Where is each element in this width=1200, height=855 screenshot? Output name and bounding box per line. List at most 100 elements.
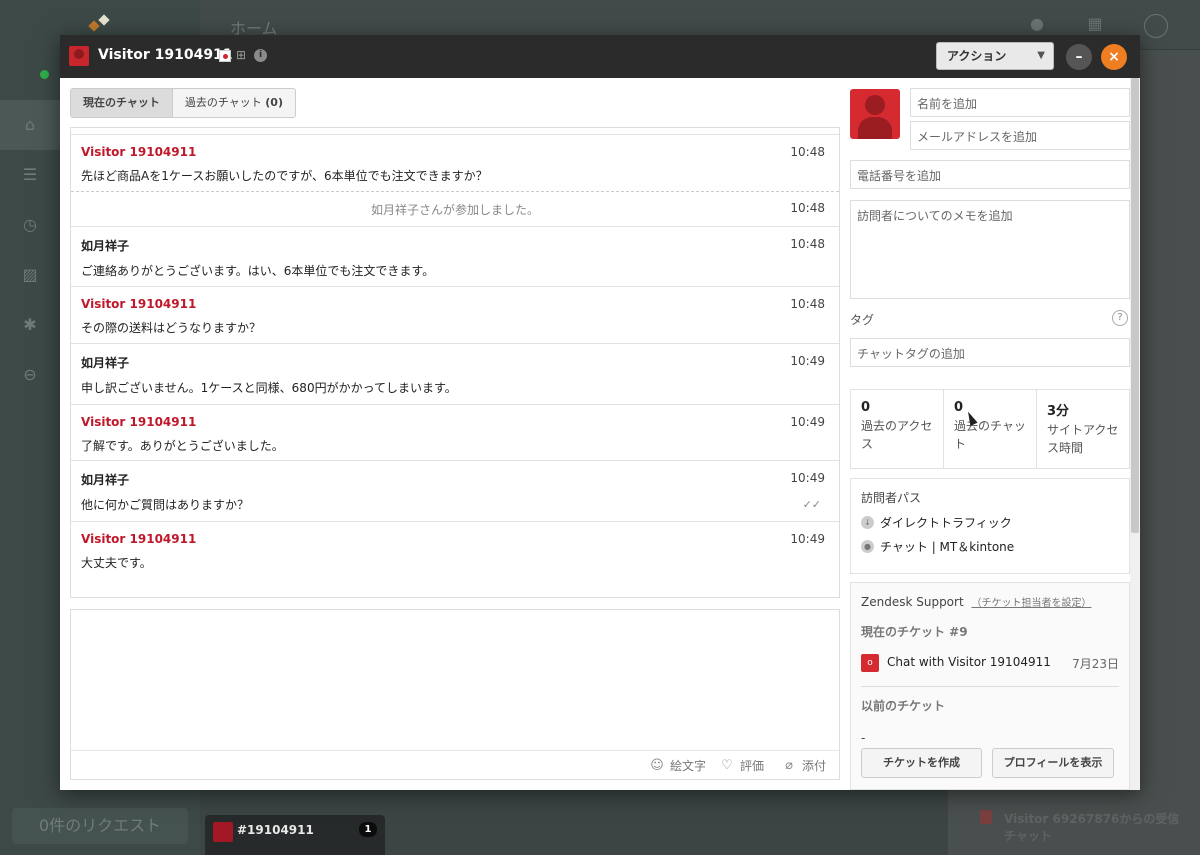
stat-past-visits: 0 過去のアクセス bbox=[851, 390, 944, 468]
logo-icon bbox=[88, 12, 112, 36]
apps-grid-icon[interactable]: ▦ bbox=[1084, 14, 1106, 36]
zendesk-header: Zendesk Support （チケット担当者を設定） bbox=[861, 594, 1092, 609]
visitor-stats: 0 過去のアクセス 0 過去のチャット 3分 サイトアクセス時間 bbox=[850, 389, 1130, 469]
system-message-text: 如月祥子さんが参加しました。 bbox=[370, 203, 539, 217]
chat-modal: Visitor 19104911 ⊞ i アクション ▼ – × 現在のチャット… bbox=[60, 35, 1140, 790]
bg-notification-text: Visitor 69267876からの受信 bbox=[1004, 812, 1180, 826]
profile-icon[interactable] bbox=[1144, 14, 1168, 38]
chat-message: Visitor 19104911 10:48 その際の送料はどうなりますか？ bbox=[71, 286, 839, 343]
message-composer[interactable]: ☺ 絵文字 ♡ 評価 ⌀ 添付 bbox=[70, 609, 840, 780]
chat-message: 如月祥子 10:49 他に何かご質問はありますか？ ✓✓ bbox=[71, 460, 839, 521]
tags-label: タグ bbox=[850, 313, 875, 327]
stat-value: 0 bbox=[861, 400, 871, 415]
message-author: 如月祥子 bbox=[81, 473, 130, 487]
tab-label: 過去のチャット bbox=[184, 96, 262, 109]
name-field[interactable]: 名前を追加 bbox=[910, 88, 1130, 117]
close-button[interactable]: × bbox=[1101, 44, 1127, 70]
assign-agent-link[interactable]: （チケット担当者を設定） bbox=[972, 598, 1092, 609]
tab-current-chat[interactable]: 現在のチャット bbox=[71, 89, 173, 117]
path-item-label: ダイレクトトラフィック bbox=[880, 516, 1012, 530]
help-icon[interactable]: ? bbox=[1112, 310, 1128, 326]
rate-button[interactable]: ♡ 評価 bbox=[719, 757, 764, 774]
info-icon[interactable]: i bbox=[254, 49, 267, 62]
system-message: 如月祥子さんが参加しました。 10:48 bbox=[71, 191, 839, 226]
chat-tabs: 現在のチャット 過去のチャット (0) bbox=[70, 88, 296, 118]
message-time: 10:48 bbox=[790, 201, 825, 215]
panel-scrollbar[interactable] bbox=[1130, 78, 1140, 790]
chat-minimized-tab[interactable]: #19104911 1 bbox=[205, 815, 385, 855]
visitor-path-title: 訪問者パス bbox=[861, 491, 922, 505]
emoji-button[interactable]: ☺ 絵文字 bbox=[649, 757, 706, 774]
link-icon: ⊖ bbox=[23, 365, 37, 384]
chat-log[interactable]: Visitor 19104911 10:48 先ほど商品Aを1ケースお願いしたの… bbox=[70, 127, 840, 598]
chart-icon: ▨ bbox=[22, 265, 38, 284]
bg-notification-text-2: チャット bbox=[1004, 829, 1052, 843]
visitor-avatar-icon bbox=[69, 46, 89, 66]
chat-message: Visitor 19104911 10:49 了解です。ありがとうございました。 bbox=[71, 404, 839, 460]
zendesk-support-panel: Zendesk Support （チケット担当者を設定） 現在のチケット #9 … bbox=[850, 582, 1130, 790]
smiley-icon: ☺ bbox=[650, 757, 664, 773]
clock-icon: ◷ bbox=[23, 215, 37, 234]
composer-toolbar: ☺ 絵文字 ♡ 評価 ⌀ 添付 bbox=[71, 750, 839, 779]
attach-button[interactable]: ⌀ 添付 bbox=[781, 757, 826, 774]
path-item-label: チャット | MT＆kintone bbox=[880, 540, 1015, 554]
message-author: Visitor 19104911 bbox=[81, 145, 197, 159]
page-icon: ● bbox=[861, 540, 874, 553]
chevron-down-icon: ▼ bbox=[1037, 50, 1045, 61]
message-time: 10:49 bbox=[790, 354, 825, 368]
message-time: 10:48 bbox=[790, 145, 825, 159]
chat-tags-field[interactable]: チャットタグの追加 bbox=[850, 338, 1130, 367]
ticket-status-badge: o bbox=[861, 654, 879, 672]
phone-field[interactable]: 電話番号を追加 bbox=[850, 160, 1130, 189]
visitor-avatar-icon bbox=[850, 89, 900, 139]
minimize-button[interactable]: – bbox=[1066, 44, 1092, 70]
rate-label: 評価 bbox=[740, 759, 765, 773]
read-check-icon: ✓✓ bbox=[802, 498, 821, 511]
action-label: アクション bbox=[947, 49, 1007, 63]
direct-traffic-icon: ↓ bbox=[861, 516, 874, 529]
path-item: ↓ ダイレクトトラフィック bbox=[861, 514, 1012, 531]
paperclip-icon: ⌀ bbox=[785, 757, 793, 773]
message-text: 他に何かご質問はありますか？ bbox=[81, 498, 250, 512]
stat-caption: サイトアクセス時間 bbox=[1047, 423, 1119, 455]
status-icon[interactable]: ● bbox=[1026, 14, 1048, 36]
message-text: 申し訳ございません。1ケースと同様、680円がかかってしまいます。 bbox=[81, 381, 457, 395]
stat-past-chats: 0 過去のチャット bbox=[944, 390, 1037, 468]
ticket-date: 7月23日 bbox=[1072, 657, 1119, 671]
view-profile-button[interactable]: プロフィールを表示 bbox=[992, 748, 1114, 778]
divider bbox=[861, 686, 1119, 687]
message-text: 先ほど商品Aを1ケースお願いしたのですが、6本単位でも注文できますか？ bbox=[81, 169, 488, 183]
alert-icon bbox=[980, 810, 992, 824]
email-field[interactable]: メールアドレスを追加 bbox=[910, 121, 1130, 150]
chat-tab-label: #19104911 bbox=[237, 823, 314, 837]
message-author: 如月祥子 bbox=[81, 239, 130, 253]
action-dropdown[interactable]: アクション ▼ bbox=[936, 42, 1054, 70]
windows-icon: ⊞ bbox=[236, 48, 247, 62]
message-time: 10:49 bbox=[790, 532, 825, 546]
thumbs-up-icon: ♡ bbox=[721, 757, 733, 773]
tab-label: 現在のチャット bbox=[83, 96, 160, 109]
tab-count: (0) bbox=[265, 96, 283, 109]
stat-time-on-site: 3分 サイトアクセス時間 bbox=[1037, 390, 1129, 468]
tab-past-chats[interactable]: 過去のチャット (0) bbox=[173, 89, 295, 117]
chat-message: Visitor 19104911 10:49 大丈夫です。 bbox=[71, 521, 839, 597]
ticket-name: Chat with Visitor 19104911 bbox=[887, 655, 1051, 669]
create-ticket-button[interactable]: チケットを作成 bbox=[861, 748, 982, 778]
message-time: 10:49 bbox=[790, 471, 825, 485]
previous-ticket-value: - bbox=[861, 731, 866, 745]
visitor-path: 訪問者パス ↓ ダイレクトトラフィック ● チャット | MT＆kintone bbox=[850, 478, 1130, 574]
stat-value: 3分 bbox=[1047, 404, 1070, 419]
notes-field[interactable]: 訪問者についてのメモを追加 bbox=[850, 200, 1130, 299]
scrollbar-thumb[interactable] bbox=[1131, 78, 1139, 533]
visitor-avatar-icon bbox=[213, 822, 233, 842]
message-author: 如月祥子 bbox=[81, 356, 130, 370]
message-text: 大丈夫です。 bbox=[81, 556, 152, 570]
message-text: 了解です。ありがとうございました。 bbox=[81, 439, 284, 453]
message-text: その際の送料はどうなりますか？ bbox=[81, 321, 262, 335]
requests-button[interactable]: 0件のリクエスト bbox=[12, 808, 188, 844]
current-ticket[interactable]: o Chat with Visitor 19104911 7月23日 bbox=[861, 652, 1119, 674]
previous-ticket-label: 以前のチケット bbox=[861, 699, 946, 713]
zendesk-title: Zendesk Support bbox=[861, 595, 964, 609]
visitor-info-panel: 名前を追加 メールアドレスを追加 電話番号を追加 訪問者についてのメモを追加 タ… bbox=[850, 78, 1130, 790]
visitors-icon: ☰ bbox=[22, 165, 38, 184]
